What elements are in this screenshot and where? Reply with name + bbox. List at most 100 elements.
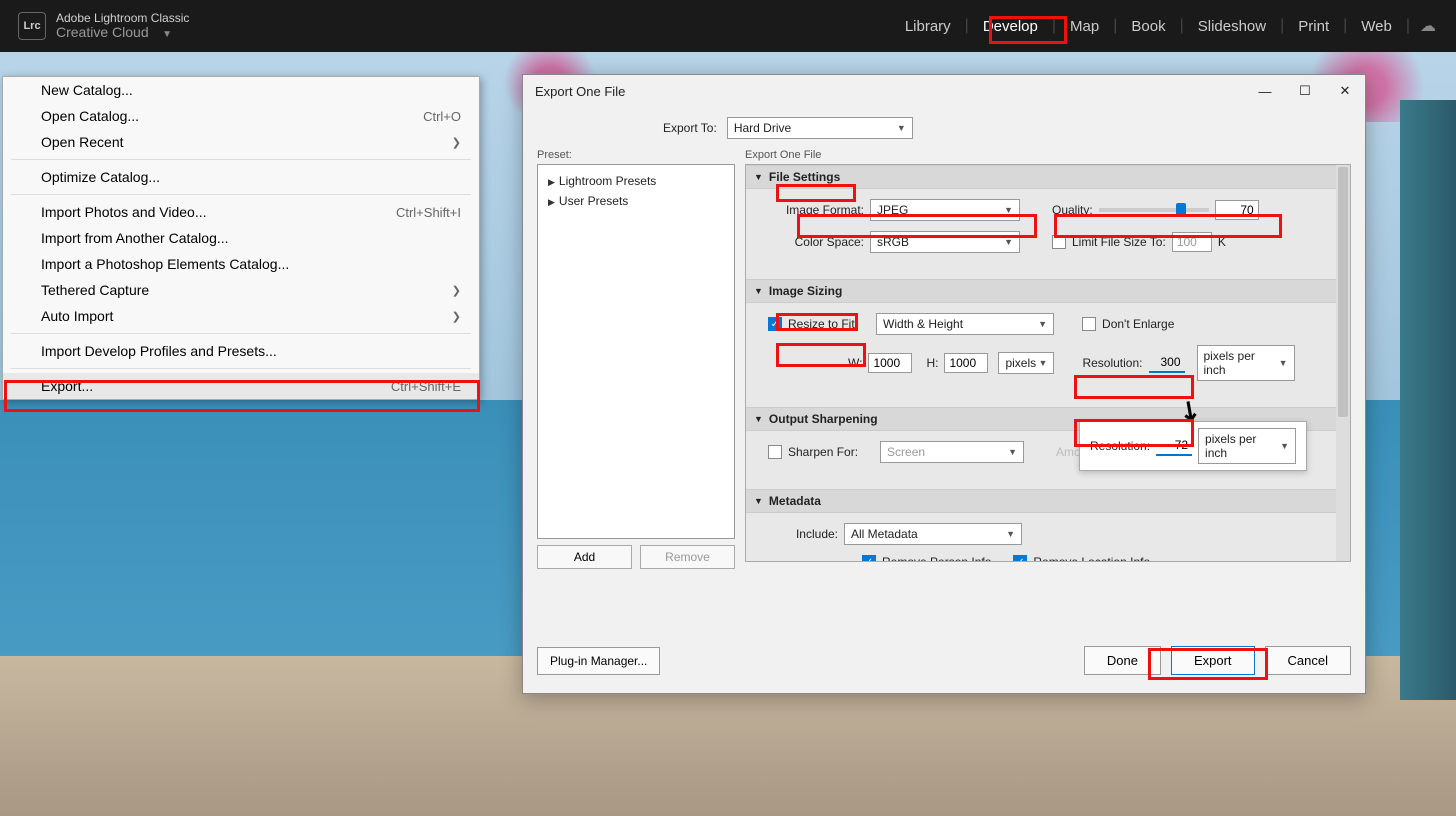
menu-auto-import[interactable]: Auto Import❯: [3, 303, 479, 329]
remove-location-label: Remove Location Info: [1033, 555, 1150, 562]
menu-separator: [11, 194, 471, 195]
nav-slideshow[interactable]: Slideshow: [1184, 12, 1280, 41]
resolution-unit-select[interactable]: pixels per inch▼: [1197, 345, 1295, 381]
sharpen-label: Sharpen For:: [788, 445, 858, 459]
section-metadata[interactable]: ▼ Metadata: [746, 489, 1350, 513]
include-select[interactable]: All Metadata▼: [844, 523, 1022, 545]
menu-separator: [11, 333, 471, 334]
chevron-right-icon: ❯: [452, 310, 461, 323]
maximize-button[interactable]: ☐: [1297, 83, 1313, 99]
settings-panel: ▼ File Settings Image Format: JPEG▼ Qual…: [745, 164, 1351, 562]
close-button[interactable]: ✕: [1337, 83, 1353, 99]
quality-input[interactable]: [1215, 200, 1259, 220]
nav-book[interactable]: Book: [1117, 12, 1179, 41]
cloud-sync-icon[interactable]: ☁: [1420, 16, 1436, 36]
app-subtitle: Creative Cloud ▼: [56, 25, 189, 40]
menu-separator: [11, 159, 471, 160]
remove-person-checkbox[interactable]: ✓: [862, 555, 876, 562]
export-to-select[interactable]: Hard Drive▼: [727, 117, 913, 139]
resolution-input[interactable]: [1149, 353, 1185, 373]
cancel-button[interactable]: Cancel: [1265, 646, 1351, 675]
chevron-right-icon: ❯: [452, 136, 461, 149]
slider-thumb[interactable]: [1176, 203, 1186, 217]
menu-optimize-catalog[interactable]: Optimize Catalog...: [3, 164, 479, 190]
resolution-label: Resolution:: [1082, 356, 1142, 370]
triangle-right-icon: ▶: [548, 177, 555, 187]
quality-slider[interactable]: [1099, 208, 1209, 212]
resize-mode-select[interactable]: Width & Height▼: [876, 313, 1054, 335]
resolution-callout: Resolution: pixels per inch▼: [1079, 421, 1307, 471]
callout-resolution-label: Resolution:: [1090, 439, 1150, 453]
section-file-settings[interactable]: ▼ File Settings: [746, 165, 1350, 189]
dialog-titlebar: Export One File — ☐ ✕: [523, 75, 1365, 107]
preset-user[interactable]: ▶User Presets: [544, 191, 728, 211]
section-image-sizing[interactable]: ▼ Image Sizing: [746, 279, 1350, 303]
nav-web[interactable]: Web: [1347, 12, 1406, 41]
chevron-down-icon: ▼: [1004, 205, 1013, 215]
limit-filesize-checkbox[interactable]: [1052, 235, 1066, 249]
chevron-down-icon: ▼: [1038, 319, 1047, 329]
image-format-select[interactable]: JPEG▼: [870, 199, 1020, 221]
width-input[interactable]: [868, 353, 912, 373]
triangle-down-icon: ▼: [754, 172, 763, 182]
remove-location-checkbox[interactable]: ✓: [1013, 555, 1027, 562]
nav-print[interactable]: Print: [1284, 12, 1343, 41]
sharpen-for-select[interactable]: Screen▼: [880, 441, 1024, 463]
width-label: W:: [848, 356, 862, 370]
dont-enlarge-checkbox[interactable]: [1082, 317, 1096, 331]
chevron-down-icon: ▼: [1039, 358, 1048, 368]
color-space-select[interactable]: sRGB▼: [870, 231, 1020, 253]
resize-label: Resize to Fit:: [788, 317, 858, 331]
chevron-down-icon: ▼: [1280, 441, 1289, 451]
callout-resolution-unit-select[interactable]: pixels per inch▼: [1198, 428, 1296, 464]
menu-import-pse-catalog[interactable]: Import a Photoshop Elements Catalog...: [3, 251, 479, 277]
image-format-label: Image Format:: [768, 203, 864, 217]
menu-separator: [11, 368, 471, 369]
callout-resolution-input[interactable]: [1156, 436, 1192, 456]
app-logo: Lrc: [18, 12, 46, 40]
chevron-down-icon: ▼: [1004, 237, 1013, 247]
nav-map[interactable]: Map: [1056, 12, 1113, 41]
sharpen-checkbox[interactable]: [768, 445, 782, 459]
limit-filesize-input[interactable]: [1172, 232, 1212, 252]
preset-lightroom[interactable]: ▶Lightroom Presets: [544, 171, 728, 191]
menu-tethered-capture[interactable]: Tethered Capture❯: [3, 277, 479, 303]
dont-enlarge-label: Don't Enlarge: [1102, 317, 1174, 331]
chevron-right-icon: ❯: [452, 284, 461, 297]
quality-label: Quality:: [1052, 203, 1093, 217]
subtitle-dropdown-icon[interactable]: ▼: [157, 29, 172, 40]
nav-library[interactable]: Library: [891, 12, 965, 41]
done-button[interactable]: Done: [1084, 646, 1161, 675]
settings-scrollbar[interactable]: [1336, 165, 1350, 561]
chevron-down-icon: ▼: [897, 123, 906, 133]
export-button[interactable]: Export: [1171, 646, 1255, 675]
resize-checkbox[interactable]: ✓: [768, 317, 782, 331]
menu-import-profiles[interactable]: Import Develop Profiles and Presets...: [3, 338, 479, 364]
menu-import-another-catalog[interactable]: Import from Another Catalog...: [3, 225, 479, 251]
size-unit-select[interactable]: pixels▼: [998, 352, 1054, 374]
preset-remove-button[interactable]: Remove: [640, 545, 735, 569]
preset-add-button[interactable]: Add: [537, 545, 632, 569]
menu-import-photos[interactable]: Import Photos and Video...Ctrl+Shift+I: [3, 199, 479, 225]
menu-open-recent[interactable]: Open Recent❯: [3, 129, 479, 155]
limit-unit: K: [1218, 235, 1226, 249]
preset-listbox[interactable]: ▶Lightroom Presets ▶User Presets: [537, 164, 735, 539]
remove-person-label: Remove Person Info: [882, 555, 991, 562]
triangle-right-icon: ▶: [548, 197, 555, 207]
triangle-down-icon: ▼: [754, 286, 763, 296]
triangle-down-icon: ▼: [754, 496, 763, 506]
plugin-manager-button[interactable]: Plug-in Manager...: [537, 647, 660, 675]
height-input[interactable]: [944, 353, 988, 373]
chevron-down-icon: ▼: [1008, 447, 1017, 457]
background-wall: [1400, 100, 1456, 700]
app-title-block: Adobe Lightroom Classic Creative Cloud ▼: [56, 12, 189, 41]
nav-develop[interactable]: Develop: [969, 12, 1052, 41]
minimize-button[interactable]: —: [1257, 83, 1273, 99]
scrollbar-thumb[interactable]: [1338, 167, 1348, 417]
dialog-title: Export One File: [535, 84, 625, 99]
menu-export[interactable]: Export...Ctrl+Shift+E: [3, 373, 479, 399]
menu-open-catalog[interactable]: Open Catalog...Ctrl+O: [3, 103, 479, 129]
menu-new-catalog[interactable]: New Catalog...: [3, 77, 479, 103]
limit-filesize-label: Limit File Size To:: [1072, 235, 1166, 249]
triangle-down-icon: ▼: [754, 414, 763, 424]
